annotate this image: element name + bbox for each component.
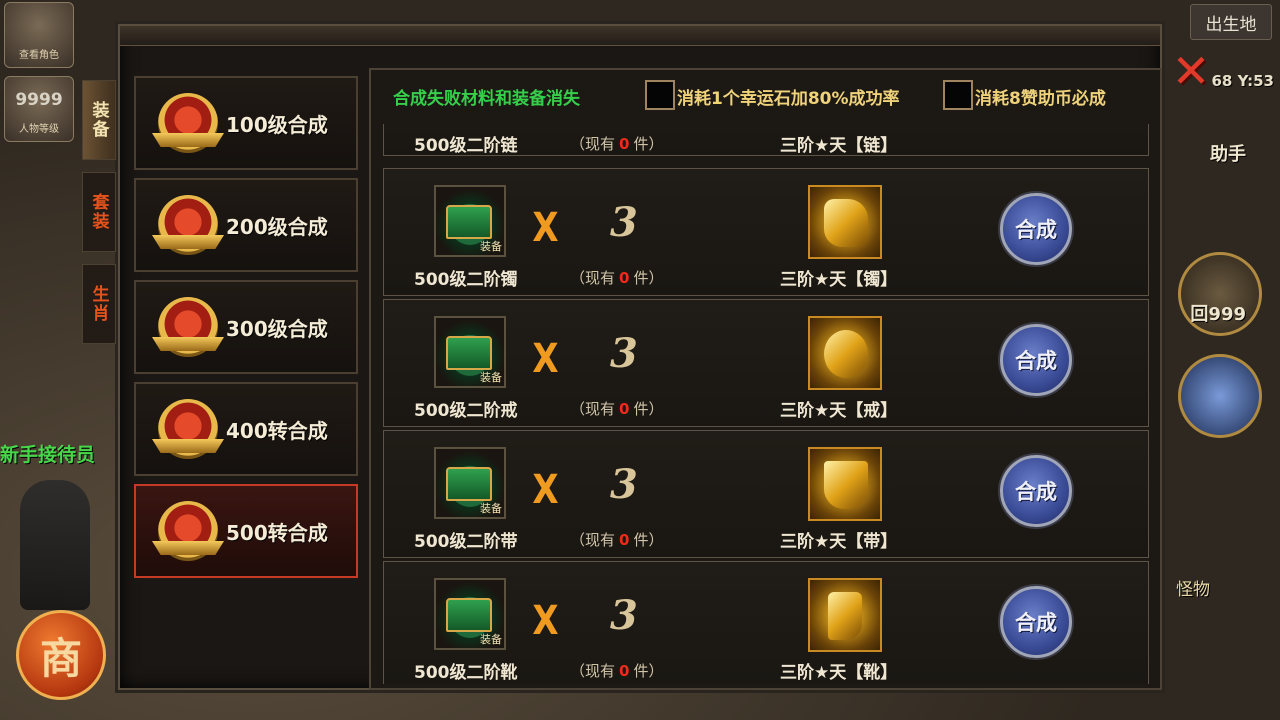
result-name: 三阶★天【链】 (780, 136, 898, 156)
return-count: 回999 (1190, 304, 1246, 325)
times-icon: X (532, 598, 559, 644)
view-character-label: 查看角色 (19, 50, 59, 61)
material-chest-icon: 装备 (434, 185, 506, 257)
medal-icon (158, 93, 218, 153)
ring-icon (808, 316, 882, 390)
view-character-button[interactable]: 查看角色 (4, 2, 74, 68)
material-name: 500级二阶带 (414, 532, 518, 552)
bracelet-icon (808, 185, 882, 259)
boots-icon (808, 578, 882, 652)
level-item-200[interactable]: 200级合成 (134, 178, 358, 272)
recipe-list[interactable]: 500级二阶链 （现有 0 件） 三阶★天【链】 装备 X 3 500级二阶镯 （现… (383, 124, 1149, 684)
material-name: 500级二阶镯 (414, 270, 518, 290)
owned-count: （现有 0 件） (570, 662, 664, 680)
result-name: 三阶★天【靴】 (780, 663, 898, 683)
required-quantity: 3 (610, 461, 638, 508)
level-item-label: 300级合成 (226, 316, 328, 341)
level-item-label: 200级合成 (226, 214, 328, 239)
recipe-panel: 合成失败材料和装备消失 消耗1个幸运石加80%成功率 消耗8赞助币必成 500级… (369, 68, 1162, 690)
material-name: 500级二阶链 (414, 136, 518, 156)
tab-equipment[interactable]: 装备 (82, 80, 116, 160)
craft-button[interactable]: 合成 (1000, 455, 1072, 527)
times-icon: X (532, 205, 559, 251)
level-item-label: 100级合成 (226, 112, 328, 137)
level-item-label: 400转合成 (226, 418, 328, 443)
owned-count: （现有 0 件） (570, 269, 664, 287)
skill-icon[interactable] (1178, 354, 1262, 438)
required-quantity: 3 (610, 199, 638, 246)
medal-icon (158, 195, 218, 255)
npc-name[interactable]: 新手接待员 (0, 440, 95, 467)
owned-count: （现有 0 件） (570, 400, 664, 418)
coordinate-readout: 68 Y:53 (1211, 72, 1274, 90)
material-chest-icon: 装备 (434, 578, 506, 650)
material-chest-icon: 装备 (434, 447, 506, 519)
owned-count: （现有 0 件） (570, 531, 664, 549)
helper-label[interactable]: 助手 (1210, 140, 1246, 166)
level-label: 人物等级 (19, 124, 59, 135)
window-title-bar (120, 26, 1160, 46)
result-name: 三阶★天【戒】 (780, 401, 898, 421)
medal-icon (158, 297, 218, 357)
level-item-label: 500转合成 (226, 520, 328, 545)
result-name: 三阶★天【带】 (780, 532, 898, 552)
left-hud: 查看角色 9999 人物等级 新手接待员 商 (0, 0, 106, 720)
recipe-row: 装备 X 3 500级二阶靴 （现有 0 件） 三阶★天【靴】 合成 (383, 561, 1149, 684)
sponsor-coin-label: 消耗8赞助币必成 (975, 89, 1106, 109)
tab-set[interactable]: 套装 (82, 172, 116, 252)
spawn-point-button[interactable]: 出生地 (1190, 4, 1272, 40)
medal-icon (158, 501, 218, 561)
close-button[interactable]: ✕ (1170, 48, 1212, 94)
craft-button[interactable]: 合成 (1000, 193, 1072, 265)
failure-notice: 合成失败材料和装备消失 (393, 89, 580, 109)
level-item-400[interactable]: 400转合成 (134, 382, 358, 476)
material-name: 500级二阶靴 (414, 663, 518, 683)
lucky-stone-label: 消耗1个幸运石加80%成功率 (677, 89, 900, 109)
sponsor-coin-checkbox[interactable] (943, 80, 973, 110)
level-item-500[interactable]: 500转合成 (134, 484, 358, 578)
right-hud: 出生地 68 Y:53 助手 回999 怪物 (1162, 0, 1280, 720)
belt-icon (808, 447, 882, 521)
medal-icon (158, 399, 218, 459)
times-icon: X (532, 467, 559, 513)
result-name: 三阶★天【镯】 (780, 270, 898, 290)
required-quantity: 3 (610, 592, 638, 639)
material-name: 500级二阶戒 (414, 401, 518, 421)
shop-button[interactable]: 商 (16, 610, 106, 700)
craft-button[interactable]: 合成 (1000, 324, 1072, 396)
tab-zodiac[interactable]: 生肖 (82, 264, 116, 344)
recipe-row: 装备 X 3 500级二阶镯 （现有 0 件） 三阶★天【镯】 合成 (383, 168, 1149, 296)
level-number: 9999 (15, 90, 63, 110)
character-level-button[interactable]: 9999 人物等级 (4, 76, 74, 142)
craft-button[interactable]: 合成 (1000, 586, 1072, 658)
material-chest-icon: 装备 (434, 316, 506, 388)
owned-count: （现有 0 件） (570, 135, 664, 153)
npc-figure[interactable] (20, 480, 90, 610)
recipe-row: 装备 X 3 500级二阶戒 （现有 0 件） 三阶★天【戒】 合成 (383, 299, 1149, 427)
level-item-300[interactable]: 300级合成 (134, 280, 358, 374)
required-quantity: 3 (610, 330, 638, 377)
recipe-row: 500级二阶链 （现有 0 件） 三阶★天【链】 (383, 124, 1149, 156)
lucky-stone-checkbox[interactable] (645, 80, 675, 110)
recipe-row: 装备 X 3 500级二阶带 （现有 0 件） 三阶★天【带】 合成 (383, 430, 1149, 558)
monster-label[interactable]: 怪物 (1176, 575, 1210, 600)
times-icon: X (532, 336, 559, 382)
level-item-100[interactable]: 100级合成 (134, 76, 358, 170)
